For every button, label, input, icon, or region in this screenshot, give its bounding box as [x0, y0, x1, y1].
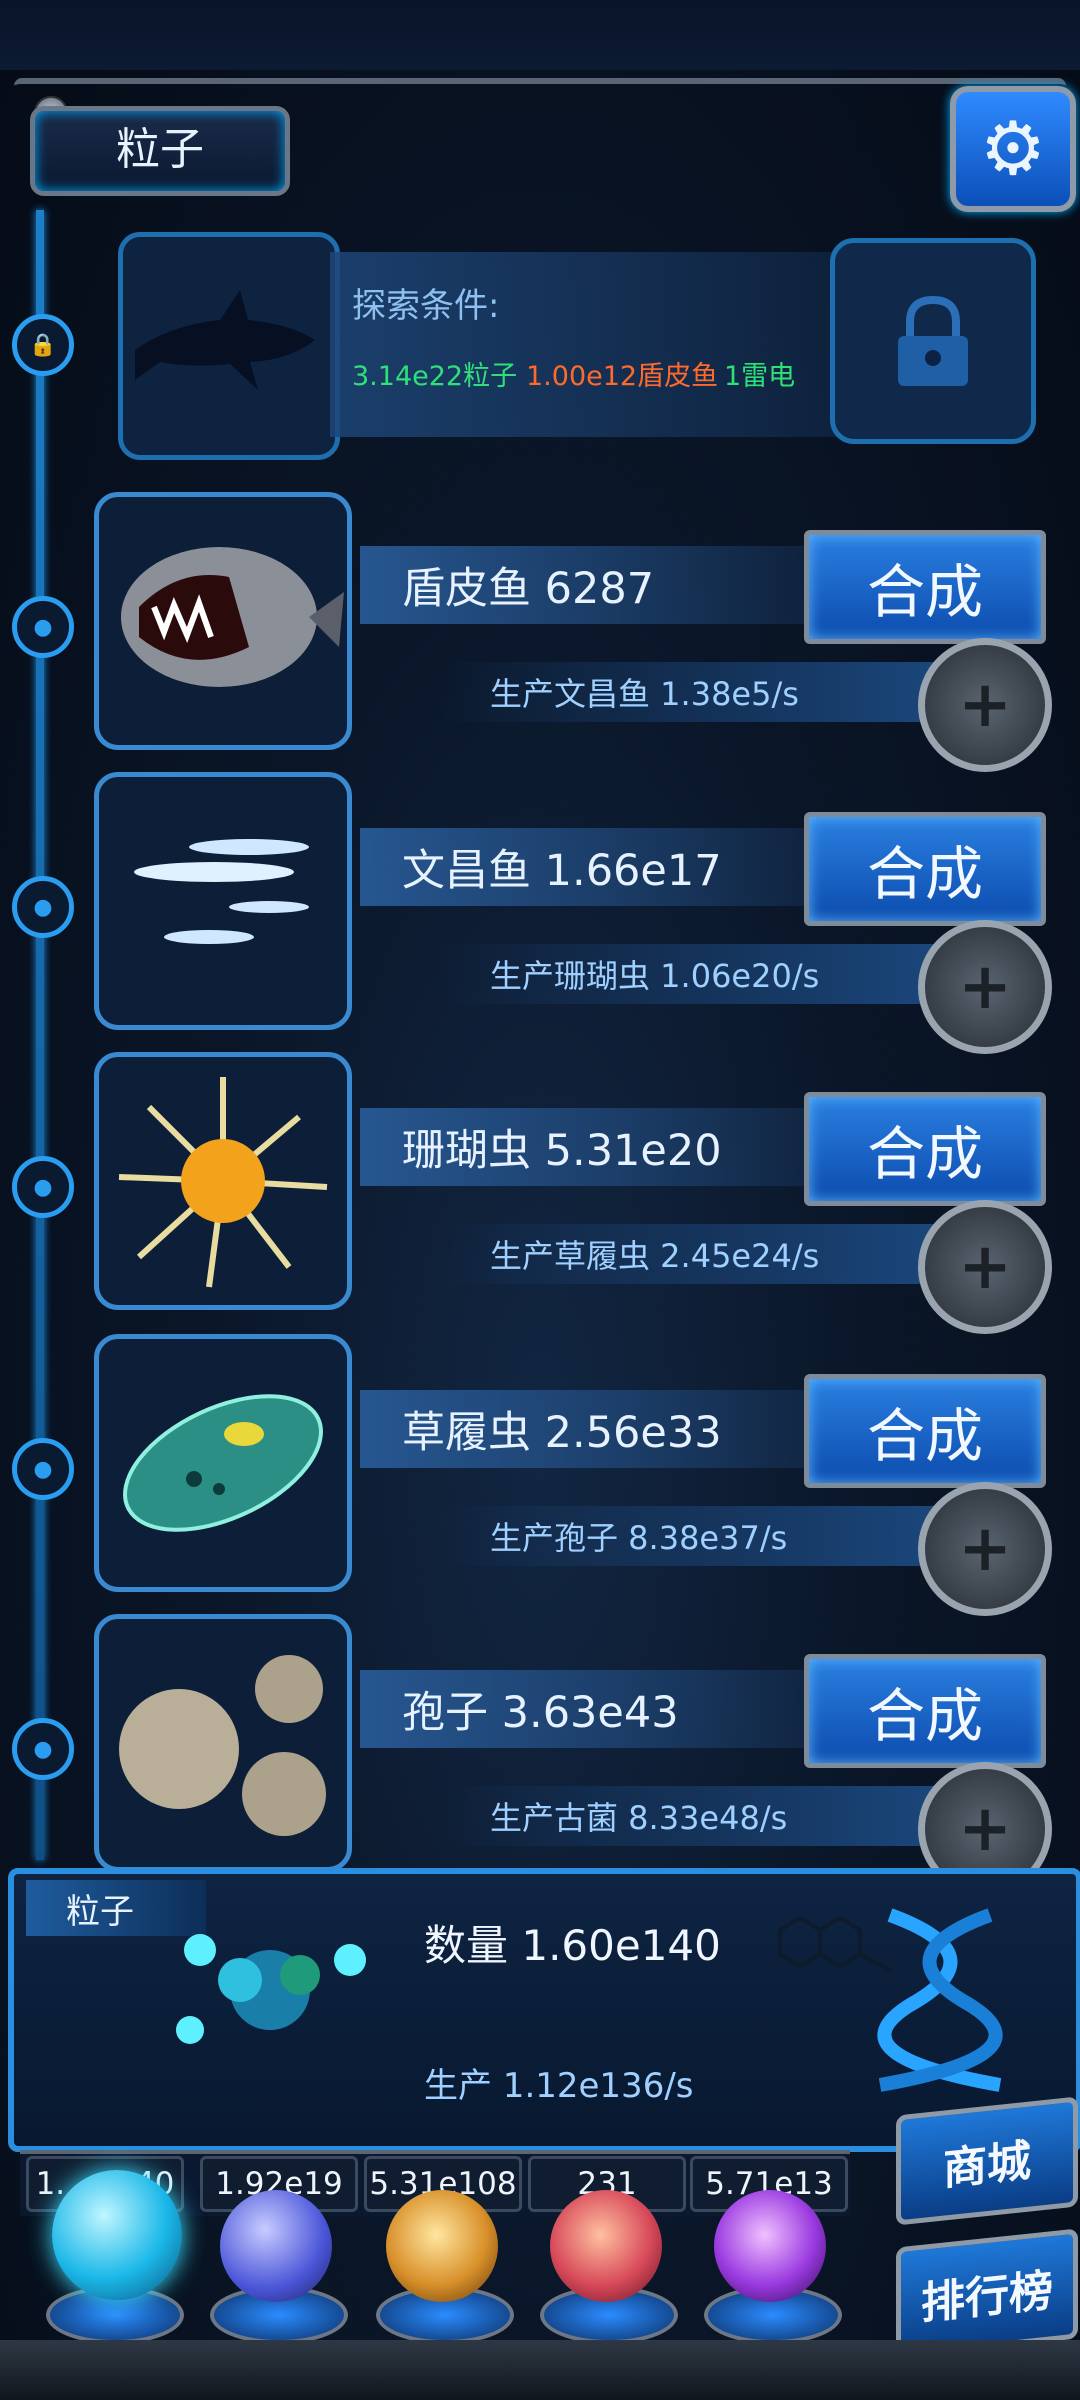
particle-production: 生产 1.12e136/s: [424, 2066, 694, 2106]
vortex-orb-button[interactable]: [714, 2190, 826, 2302]
creature-production: 生产古菌 8.33e48/s: [440, 1786, 940, 1846]
merge-button[interactable]: 合成: [804, 1374, 1046, 1488]
bottom-strip: [0, 2340, 1080, 2400]
merge-button[interactable]: 合成: [804, 530, 1046, 644]
star-orb-button[interactable]: [386, 2190, 498, 2302]
explore-condition-label: 探索条件:: [352, 286, 500, 326]
top-background: [0, 0, 1080, 70]
creature-name: 盾皮鱼 6287: [360, 546, 820, 624]
creature-card-lancelet[interactable]: [94, 772, 352, 1030]
particle-quantity: 数量 1.60e140: [424, 1921, 721, 1970]
rail-node: ●: [12, 596, 74, 658]
molecule-icon: [176, 1934, 366, 2044]
creature-production: 生产珊瑚虫 1.06e20/s: [440, 944, 940, 1004]
coral-polyp-icon: [118, 1077, 328, 1288]
ranking-button[interactable]: 排行榜: [896, 2228, 1078, 2358]
add-button[interactable]: +: [918, 920, 1052, 1054]
creature-name: 文昌鱼 1.66e17: [360, 828, 820, 906]
creature-card-paramecium[interactable]: [94, 1334, 352, 1592]
unlock-button[interactable]: [830, 238, 1036, 444]
rail-node: ●: [12, 1438, 74, 1500]
requirement-armored-fish: 1.00e12盾皮鱼: [526, 361, 719, 392]
add-button[interactable]: +: [918, 638, 1052, 772]
creature-name: 孢子 3.63e43: [360, 1670, 820, 1748]
merge-button[interactable]: 合成: [804, 812, 1046, 926]
merge-button[interactable]: 合成: [804, 1654, 1046, 1768]
rail-node: ●: [12, 1718, 74, 1780]
paramecium-icon: [123, 1394, 323, 1532]
plus-icon: +: [958, 1230, 1012, 1304]
rail-node: ●: [12, 1156, 74, 1218]
creature-card-armored-fish[interactable]: [94, 492, 352, 750]
creature-name: 珊瑚虫 5.31e20: [360, 1108, 820, 1186]
creature-card-coral-polyp[interactable]: [94, 1052, 352, 1310]
plus-icon: +: [958, 668, 1012, 742]
creature-production: 生产文昌鱼 1.38e5/s: [440, 662, 940, 722]
spore-icon: [119, 1655, 326, 1836]
creature-production: 生产草履虫 2.45e24/s: [440, 1224, 940, 1284]
particle-orb-button[interactable]: [52, 2170, 182, 2300]
add-button[interactable]: +: [918, 1482, 1052, 1616]
creature-name: 草履虫 2.56e33: [360, 1390, 820, 1468]
lightning-orb-button[interactable]: [220, 2190, 332, 2302]
dna-icon: [877, 1908, 1003, 2092]
armored-fish-icon: [121, 547, 344, 687]
brain-orb-button[interactable]: [550, 2190, 662, 2302]
requirement-particles: 3.14e22粒子: [352, 361, 518, 392]
progress-rail: [36, 210, 44, 1860]
plus-icon: +: [958, 1512, 1012, 1586]
lancelet-icon: [134, 839, 309, 944]
settings-button[interactable]: ⚙: [950, 86, 1076, 212]
page-title: 粒子: [116, 124, 204, 175]
creature-card-spore[interactable]: [94, 1614, 352, 1872]
shop-button[interactable]: 商城: [896, 2096, 1078, 2226]
gear-icon: ⚙: [979, 106, 1047, 192]
merge-button[interactable]: 合成: [804, 1092, 1046, 1206]
lock-icon: [898, 295, 968, 386]
requirement-lightning: 1雷电: [724, 361, 796, 392]
shark-silhouette-icon: [135, 290, 315, 390]
rail-lock-icon: 🔒: [12, 314, 74, 376]
plus-icon: +: [958, 1792, 1012, 1866]
creature-production: 生产孢子 8.38e37/s: [440, 1506, 940, 1566]
add-button[interactable]: +: [918, 1200, 1052, 1334]
plus-icon: +: [958, 950, 1012, 1024]
rail-node: ●: [12, 876, 74, 938]
